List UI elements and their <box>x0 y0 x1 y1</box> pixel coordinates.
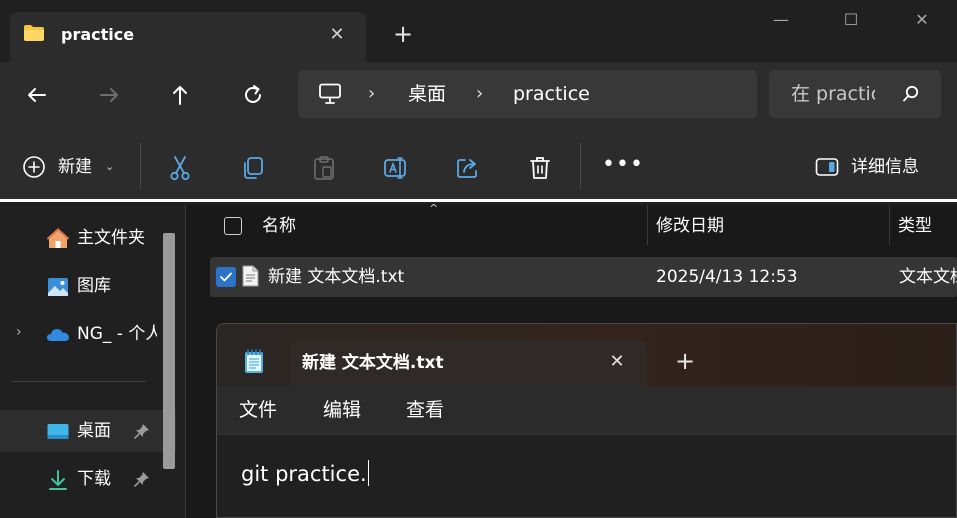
search-box[interactable]: 在 practice 中搜索 <box>769 70 941 118</box>
share-icon[interactable] <box>455 155 481 181</box>
file-type: 文本文档 <box>899 267 957 287</box>
checkmark-icon <box>220 272 232 282</box>
command-bar: 新建 ⌄ ••• 详细信息 <box>0 128 957 202</box>
refresh-icon[interactable] <box>240 82 266 108</box>
tab-title: practice <box>61 25 135 44</box>
search-input[interactable]: 在 practice 中搜索 <box>791 82 875 106</box>
notepad-window[interactable]: 新建 文本文档.txt ✕ + 文件 编辑 查看 git practice. <box>216 323 957 518</box>
table-row[interactable]: 新建 文本文档.txt 2025/4/13 12:53 文本文档 <box>210 257 957 297</box>
tab-close-icon[interactable]: ✕ <box>326 24 348 46</box>
details-pane-label: 详细信息 <box>851 157 919 177</box>
cut-icon[interactable] <box>167 155 193 181</box>
breadcrumb-desktop[interactable]: 桌面 <box>408 82 446 106</box>
text-cursor <box>367 460 369 486</box>
column-header-type[interactable]: 类型 <box>898 215 932 237</box>
up-arrow-icon[interactable] <box>167 82 193 108</box>
new-button-label: 新建 <box>58 157 92 177</box>
file-name: 新建 文本文档.txt <box>268 267 405 287</box>
notepad-content[interactable]: git practice. <box>241 460 369 488</box>
sidebar-divider <box>12 381 146 382</box>
minimize-button[interactable]: — <box>769 8 793 32</box>
sidebar-item-home[interactable]: 主文件夹 <box>0 217 176 259</box>
notepad-menu-bar: 文件 编辑 查看 <box>217 386 956 434</box>
copy-icon[interactable] <box>240 155 266 181</box>
download-icon <box>49 470 67 490</box>
maximize-button[interactable]: ☐ <box>839 8 863 32</box>
sidebar-scrollbar[interactable] <box>163 233 175 469</box>
breadcrumb-practice[interactable]: practice <box>513 82 590 106</box>
sidebar-item-desktop[interactable]: 桌面 <box>0 410 176 452</box>
menu-edit[interactable]: 编辑 <box>323 398 361 422</box>
search-icon[interactable] <box>901 84 921 104</box>
add-circle-icon <box>23 156 45 178</box>
command-separator <box>580 143 581 189</box>
row-checkbox[interactable] <box>216 267 236 287</box>
notepad-tab-close-icon[interactable]: ✕ <box>606 351 628 373</box>
column-header-row: ^ 名称 修改日期 类型 <box>186 202 957 247</box>
delete-icon[interactable] <box>527 155 553 181</box>
new-tab-button[interactable]: + <box>391 22 415 46</box>
sidebar-item-downloads[interactable]: 下载 <box>0 458 176 500</box>
menu-file[interactable]: 文件 <box>239 398 277 422</box>
notepad-content-text: git practice. <box>241 462 367 486</box>
notepad-icon <box>245 349 263 373</box>
column-divider[interactable] <box>889 205 890 245</box>
onedrive-icon <box>47 329 69 341</box>
column-header-name[interactable]: 名称 <box>262 215 296 237</box>
navigation-bar: › 桌面 › practice 在 practice 中搜索 <box>0 62 957 128</box>
breadcrumb-chevron[interactable]: › <box>368 83 375 105</box>
tab-practice[interactable]: practice ✕ <box>10 12 366 62</box>
paste-icon[interactable] <box>311 155 337 181</box>
folder-icon <box>24 25 44 41</box>
select-all-checkbox[interactable] <box>224 217 242 235</box>
more-options-icon[interactable]: ••• <box>602 154 643 179</box>
notepad-tab-title: 新建 文本文档.txt <box>302 353 444 373</box>
breadcrumb-chevron[interactable]: › <box>476 83 483 105</box>
back-arrow-icon[interactable] <box>24 82 50 108</box>
text-file-icon <box>242 265 259 287</box>
forward-arrow-icon[interactable] <box>96 82 122 108</box>
sort-indicator-icon: ^ <box>429 202 439 215</box>
notepad-tab[interactable]: 新建 文本文档.txt ✕ <box>290 340 647 386</box>
sidebar-item-gallery[interactable]: 图库 <box>0 265 176 307</box>
pin-icon[interactable] <box>133 470 151 488</box>
gallery-icon <box>48 278 68 296</box>
notepad-title-bar: 新建 文本文档.txt ✕ + <box>217 324 956 386</box>
rename-icon[interactable] <box>383 155 409 181</box>
close-window-button[interactable]: ✕ <box>910 8 934 32</box>
notepad-new-tab-button[interactable]: + <box>673 349 697 374</box>
file-modified: 2025/4/13 12:53 <box>656 267 798 287</box>
sidebar-item-onedrive[interactable]: › NG_ - 个人 <box>0 313 176 355</box>
sidebar-item-label: 主文件夹 <box>77 228 145 248</box>
sidebar-item-label: NG_ - 个人 <box>77 324 157 344</box>
expand-chevron-icon[interactable]: › <box>16 324 22 340</box>
computer-icon[interactable] <box>318 83 342 105</box>
notepad-text-area[interactable]: git practice. <box>217 434 956 517</box>
home-icon <box>47 228 69 248</box>
details-pane-icon <box>815 158 839 176</box>
pin-icon[interactable] <box>133 422 151 440</box>
sidebar-item-label: 图库 <box>77 276 111 296</box>
desktop-icon <box>47 424 69 439</box>
menu-view[interactable]: 查看 <box>406 398 444 422</box>
column-header-modified[interactable]: 修改日期 <box>656 215 724 237</box>
explorer-title-bar: practice ✕ + — ☐ ✕ <box>0 0 957 62</box>
address-bar[interactable]: › 桌面 › practice <box>298 70 757 118</box>
navigation-pane: 主文件夹 图库 › NG_ - 个人 桌面 下载 <box>0 205 186 518</box>
chevron-down-icon: ⌄ <box>105 160 115 173</box>
command-separator <box>140 143 141 189</box>
column-divider[interactable] <box>647 205 648 245</box>
